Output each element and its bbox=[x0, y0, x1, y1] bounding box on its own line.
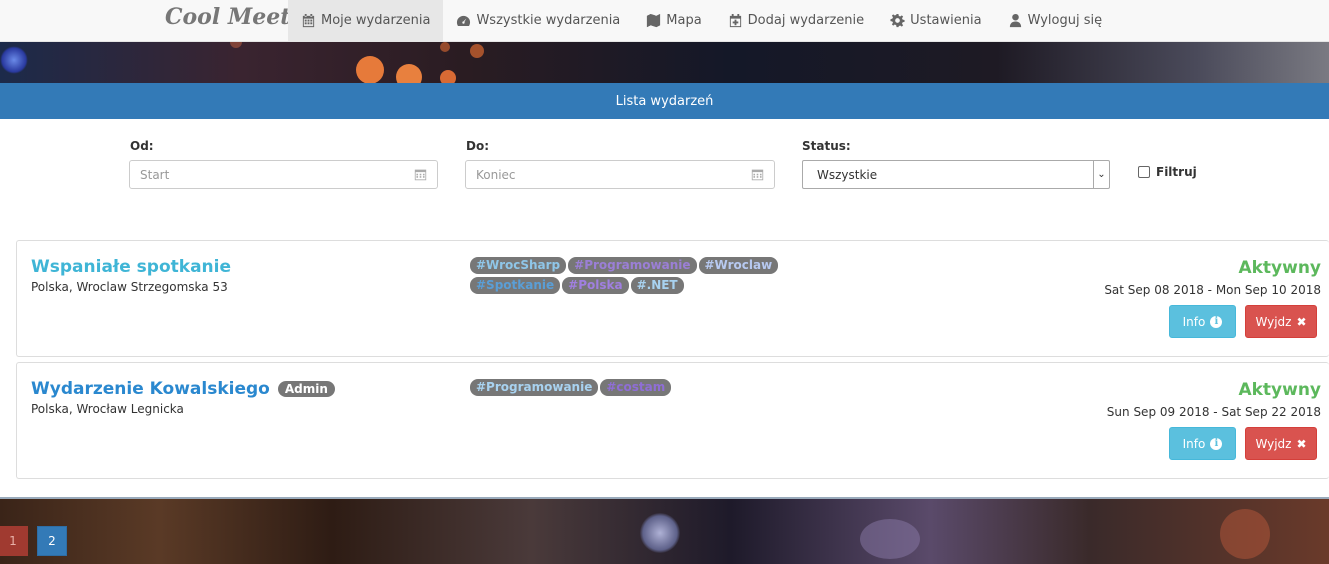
tag-badge[interactable]: #Spotkanie bbox=[470, 277, 561, 294]
nav-item-add-event[interactable]: Dodaj wydarzenie bbox=[715, 0, 878, 41]
event-location: Polska, Wrocław Legnicka bbox=[31, 402, 184, 416]
pagination-page-2[interactable]: 2 bbox=[37, 526, 67, 556]
status-select[interactable]: Wszystkie ⌄ bbox=[802, 160, 1110, 189]
filter-checkbox[interactable] bbox=[1138, 166, 1150, 178]
brand-logo[interactable]: Cool Meet bbox=[165, 4, 290, 30]
event-dates: Sat Sep 08 2018 - Mon Sep 10 2018 bbox=[1104, 283, 1321, 297]
calendar-icon bbox=[302, 13, 315, 28]
tag-badge[interactable]: #Polska bbox=[562, 277, 629, 294]
event-title-text[interactable]: Wspaniałe spotkanie bbox=[31, 257, 231, 277]
nav-label: Ustawienia bbox=[910, 13, 982, 28]
filter-checkbox-label: Filtruj bbox=[1156, 165, 1197, 179]
event-list-header: Lista wydarzeń bbox=[0, 83, 1329, 119]
pagination-page-1[interactable]: 1 bbox=[0, 526, 28, 556]
tag-badge[interactable]: #Programowanie bbox=[470, 379, 599, 396]
footer-background bbox=[0, 497, 1329, 564]
bokeh-light bbox=[440, 42, 450, 52]
tag-badge[interactable]: #Wroclaw bbox=[698, 257, 779, 274]
nav-label: Mapa bbox=[666, 13, 702, 28]
event-card: Wydarzenie Kowalskiego Admin Polska, Wro… bbox=[16, 362, 1329, 479]
nav-item-my-events[interactable]: Moje wydarzenia bbox=[288, 0, 444, 41]
tag-badge[interactable]: #costam bbox=[600, 379, 672, 396]
event-status: Aktywny bbox=[1238, 258, 1321, 278]
close-icon: ✖ bbox=[1296, 314, 1307, 329]
to-label: Do: bbox=[466, 139, 490, 153]
user-icon bbox=[1009, 13, 1021, 28]
bokeh-light bbox=[640, 513, 680, 553]
leave-button-label: Wyjdz bbox=[1255, 314, 1292, 329]
leave-button[interactable]: Wyjdz ✖ bbox=[1245, 305, 1317, 338]
nav-label: Dodaj wydarzenie bbox=[747, 13, 865, 28]
filter-panel: Od: Start Do: Koniec Status: Wszystkie ⌄… bbox=[0, 119, 1329, 240]
status-select-value: Wszystkie bbox=[817, 167, 878, 182]
event-title[interactable]: Wspaniałe spotkanie bbox=[31, 257, 231, 277]
event-dates: Sun Sep 09 2018 - Sat Sep 22 2018 bbox=[1106, 405, 1321, 419]
event-status: Aktywny bbox=[1238, 380, 1321, 400]
end-date-input[interactable]: Koniec bbox=[465, 160, 775, 189]
bokeh-light bbox=[440, 70, 456, 83]
chevron-down-icon: ⌄ bbox=[1093, 161, 1109, 188]
from-label: Od: bbox=[130, 139, 154, 153]
nav-item-logout[interactable]: Wyloguj się bbox=[995, 0, 1116, 41]
tag-badge[interactable]: #Programowanie bbox=[568, 257, 697, 274]
nav-label: Wyloguj się bbox=[1027, 13, 1103, 28]
hero-background bbox=[0, 42, 1329, 83]
nav-item-all-events[interactable]: Wszystkie wydarzenia bbox=[443, 0, 633, 41]
tag-badge[interactable]: #WrocSharp bbox=[470, 257, 567, 274]
start-date-input[interactable]: Start bbox=[129, 160, 438, 189]
info-icon: i bbox=[1210, 315, 1223, 328]
filter-toggle[interactable]: Filtruj bbox=[1138, 165, 1197, 179]
event-location: Polska, Wroclaw Strzegomska 53 bbox=[31, 280, 228, 294]
event-tags: #WrocSharp #Programowanie #Wroclaw #Spot… bbox=[470, 257, 850, 294]
close-icon: ✖ bbox=[1296, 436, 1307, 451]
event-card: Wspaniałe spotkanie Polska, Wroclaw Strz… bbox=[16, 240, 1329, 357]
leave-button[interactable]: Wyjdz ✖ bbox=[1245, 427, 1317, 460]
event-tags: #Programowanie #costam bbox=[470, 379, 850, 396]
bokeh-light bbox=[0, 46, 28, 74]
end-date-placeholder: Koniec bbox=[476, 167, 516, 182]
event-title-text[interactable]: Wydarzenie Kowalskiego bbox=[31, 379, 270, 399]
bokeh-light bbox=[1220, 509, 1270, 559]
info-button-label: Info bbox=[1182, 314, 1206, 329]
navbar: Cool Meet Moje wydarzenia Wszystkie wyda… bbox=[0, 0, 1329, 42]
bokeh-light bbox=[230, 42, 242, 48]
info-button[interactable]: Info i bbox=[1169, 305, 1236, 338]
gear-icon bbox=[890, 13, 905, 28]
tag-badge[interactable]: #.NET bbox=[630, 277, 684, 294]
bokeh-light bbox=[396, 64, 422, 83]
bokeh-light bbox=[470, 44, 484, 58]
nav-item-map[interactable]: Mapa bbox=[633, 0, 714, 41]
status-label: Status: bbox=[802, 139, 851, 153]
nav-label: Moje wydarzenia bbox=[321, 13, 431, 28]
calendar-plus-icon bbox=[729, 13, 741, 28]
map-icon bbox=[647, 13, 661, 28]
event-title[interactable]: Wydarzenie Kowalskiego Admin bbox=[31, 379, 335, 399]
info-icon: i bbox=[1210, 437, 1223, 450]
admin-badge: Admin bbox=[277, 381, 335, 397]
bokeh-light bbox=[356, 56, 384, 83]
start-date-placeholder: Start bbox=[140, 167, 170, 182]
nav-item-settings[interactable]: Ustawienia bbox=[877, 0, 994, 41]
nav-label: Wszystkie wydarzenia bbox=[476, 13, 621, 28]
dashboard-icon bbox=[457, 15, 471, 26]
info-button[interactable]: Info i bbox=[1169, 427, 1236, 460]
bokeh-light bbox=[860, 519, 920, 559]
leave-button-label: Wyjdz bbox=[1255, 436, 1292, 451]
calendar-icon bbox=[751, 169, 764, 181]
calendar-icon bbox=[414, 169, 427, 181]
info-button-label: Info bbox=[1182, 436, 1206, 451]
main-nav: Moje wydarzenia Wszystkie wydarzenia Map… bbox=[288, 0, 1115, 41]
